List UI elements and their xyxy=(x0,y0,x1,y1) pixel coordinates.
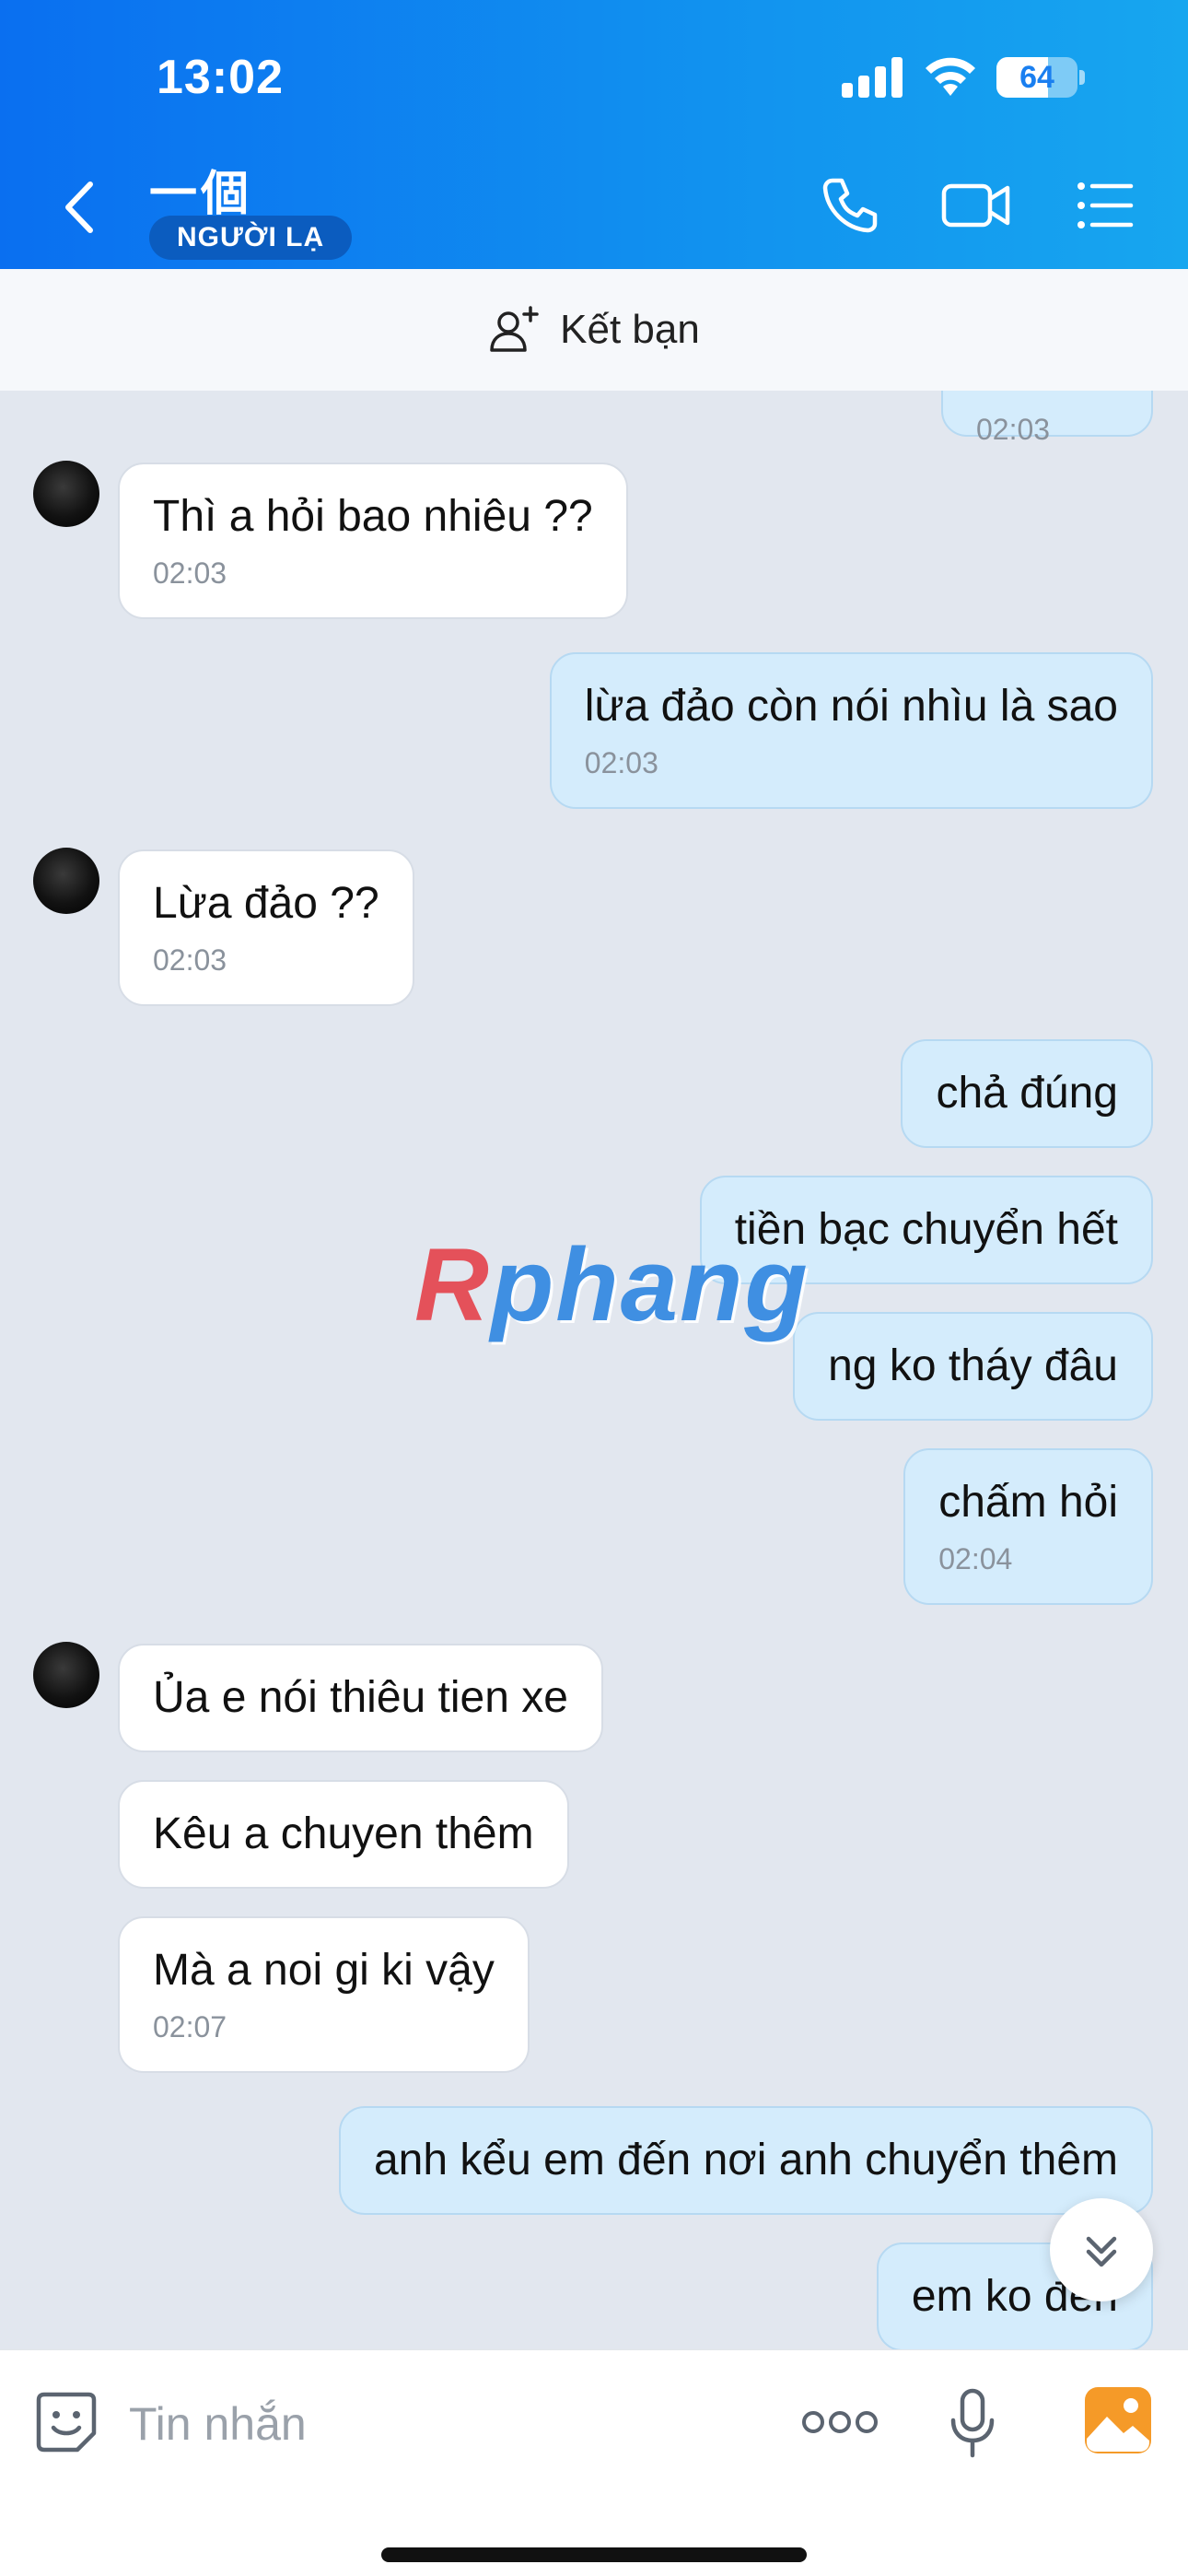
battery-indicator: 64 xyxy=(996,57,1085,98)
microphone-icon[interactable] xyxy=(949,2387,996,2461)
message-bubble-incoming[interactable]: Lừa đảo ?? 02:03 xyxy=(118,849,414,1006)
more-options-icon[interactable] xyxy=(801,2407,879,2437)
message-text: ng ko tháy đâu xyxy=(828,1341,1118,1390)
message-bubble-outgoing[interactable]: 02:03 xyxy=(941,391,1153,446)
cellular-signal-icon xyxy=(842,57,903,98)
double-chevron-down-icon xyxy=(1086,2236,1117,2267)
message-text: chả đúng xyxy=(936,1069,1118,1118)
message-bubble-outgoing[interactable]: chả đúng xyxy=(901,1039,1153,1148)
message-time: 02:04 xyxy=(938,1542,1013,1575)
message-time: 02:03 xyxy=(584,746,658,779)
wifi-icon xyxy=(926,57,975,96)
message-time: 02:03 xyxy=(976,413,1051,446)
message-bubble-outgoing[interactable]: ng ko tháy đâu xyxy=(793,1312,1153,1421)
avatar[interactable] xyxy=(33,461,99,527)
message-bubble-outgoing[interactable]: lừa đảo còn nói nhìu là sao 02:03 xyxy=(549,652,1153,809)
chat-header: 13:02 64 一個 NGƯỜI LẠ xyxy=(0,0,1188,269)
message-bubble-incoming[interactable]: Kêu a chuyen thêm xyxy=(118,1780,569,1889)
watermark: Rphang xyxy=(414,1227,809,1342)
menu-list-icon[interactable] xyxy=(1076,175,1135,236)
message-list[interactable]: 02:03 Thì a hỏi bao nhiêu ?? 02:03 lừa đ… xyxy=(0,391,1188,2349)
home-indicator xyxy=(381,2547,807,2562)
back-icon[interactable] xyxy=(55,175,103,240)
message-text: Thì a hỏi bao nhiêu ?? xyxy=(153,492,593,541)
message-time: 02:03 xyxy=(153,943,227,977)
scroll-to-bottom-button[interactable] xyxy=(1050,2198,1153,2301)
message-input[interactable] xyxy=(129,2387,774,2461)
avatar[interactable] xyxy=(33,848,99,914)
message-input-bar xyxy=(0,2349,1188,2576)
message-text: chấm hỏi xyxy=(938,1478,1118,1527)
sticker-icon[interactable] xyxy=(33,2389,99,2455)
message-text: Lừa đảo ?? xyxy=(153,879,379,928)
message-bubble-incoming[interactable]: Ủa e nói thiêu tien xe xyxy=(118,1644,603,1752)
message-bubble-incoming[interactable]: Thì a hỏi bao nhiêu ?? 02:03 xyxy=(118,463,628,619)
battery-level-text: 64 xyxy=(1019,60,1054,95)
message-text: Mà a noi gi ki vậy xyxy=(153,1946,495,1995)
message-bubble-outgoing[interactable]: anh kểu em đến nơi anh chuyển thêm xyxy=(338,2106,1153,2215)
message-text: Kêu a chuyen thêm xyxy=(153,1809,534,1858)
message-text: anh kểu em đến nơi anh chuyển thêm xyxy=(373,2136,1118,2184)
status-time: 13:02 xyxy=(157,51,284,104)
stranger-badge: NGƯỜI LẠ xyxy=(149,216,353,260)
photo-gallery-icon[interactable] xyxy=(1083,2385,1153,2455)
message-bubble-incoming[interactable]: Mà a noi gi ki vậy 02:07 xyxy=(118,1916,530,2073)
message-bubble-outgoing[interactable]: chấm hỏi 02:04 xyxy=(903,1448,1153,1605)
message-time: 02:03 xyxy=(153,556,227,590)
add-friend-label: Kết bạn xyxy=(560,307,700,352)
video-call-icon[interactable] xyxy=(941,175,1011,236)
message-time: 02:07 xyxy=(153,2010,227,2043)
message-text: lừa đảo còn nói nhìu là sao xyxy=(584,682,1118,731)
contact-name[interactable]: 一個 xyxy=(149,155,252,224)
message-text: Ủa e nói thiêu tien xe xyxy=(153,1673,568,1722)
phone-icon[interactable] xyxy=(820,175,880,236)
add-friend-bar[interactable]: Kết bạn xyxy=(0,269,1188,391)
add-friend-icon xyxy=(490,306,539,352)
avatar[interactable] xyxy=(33,1642,99,1708)
